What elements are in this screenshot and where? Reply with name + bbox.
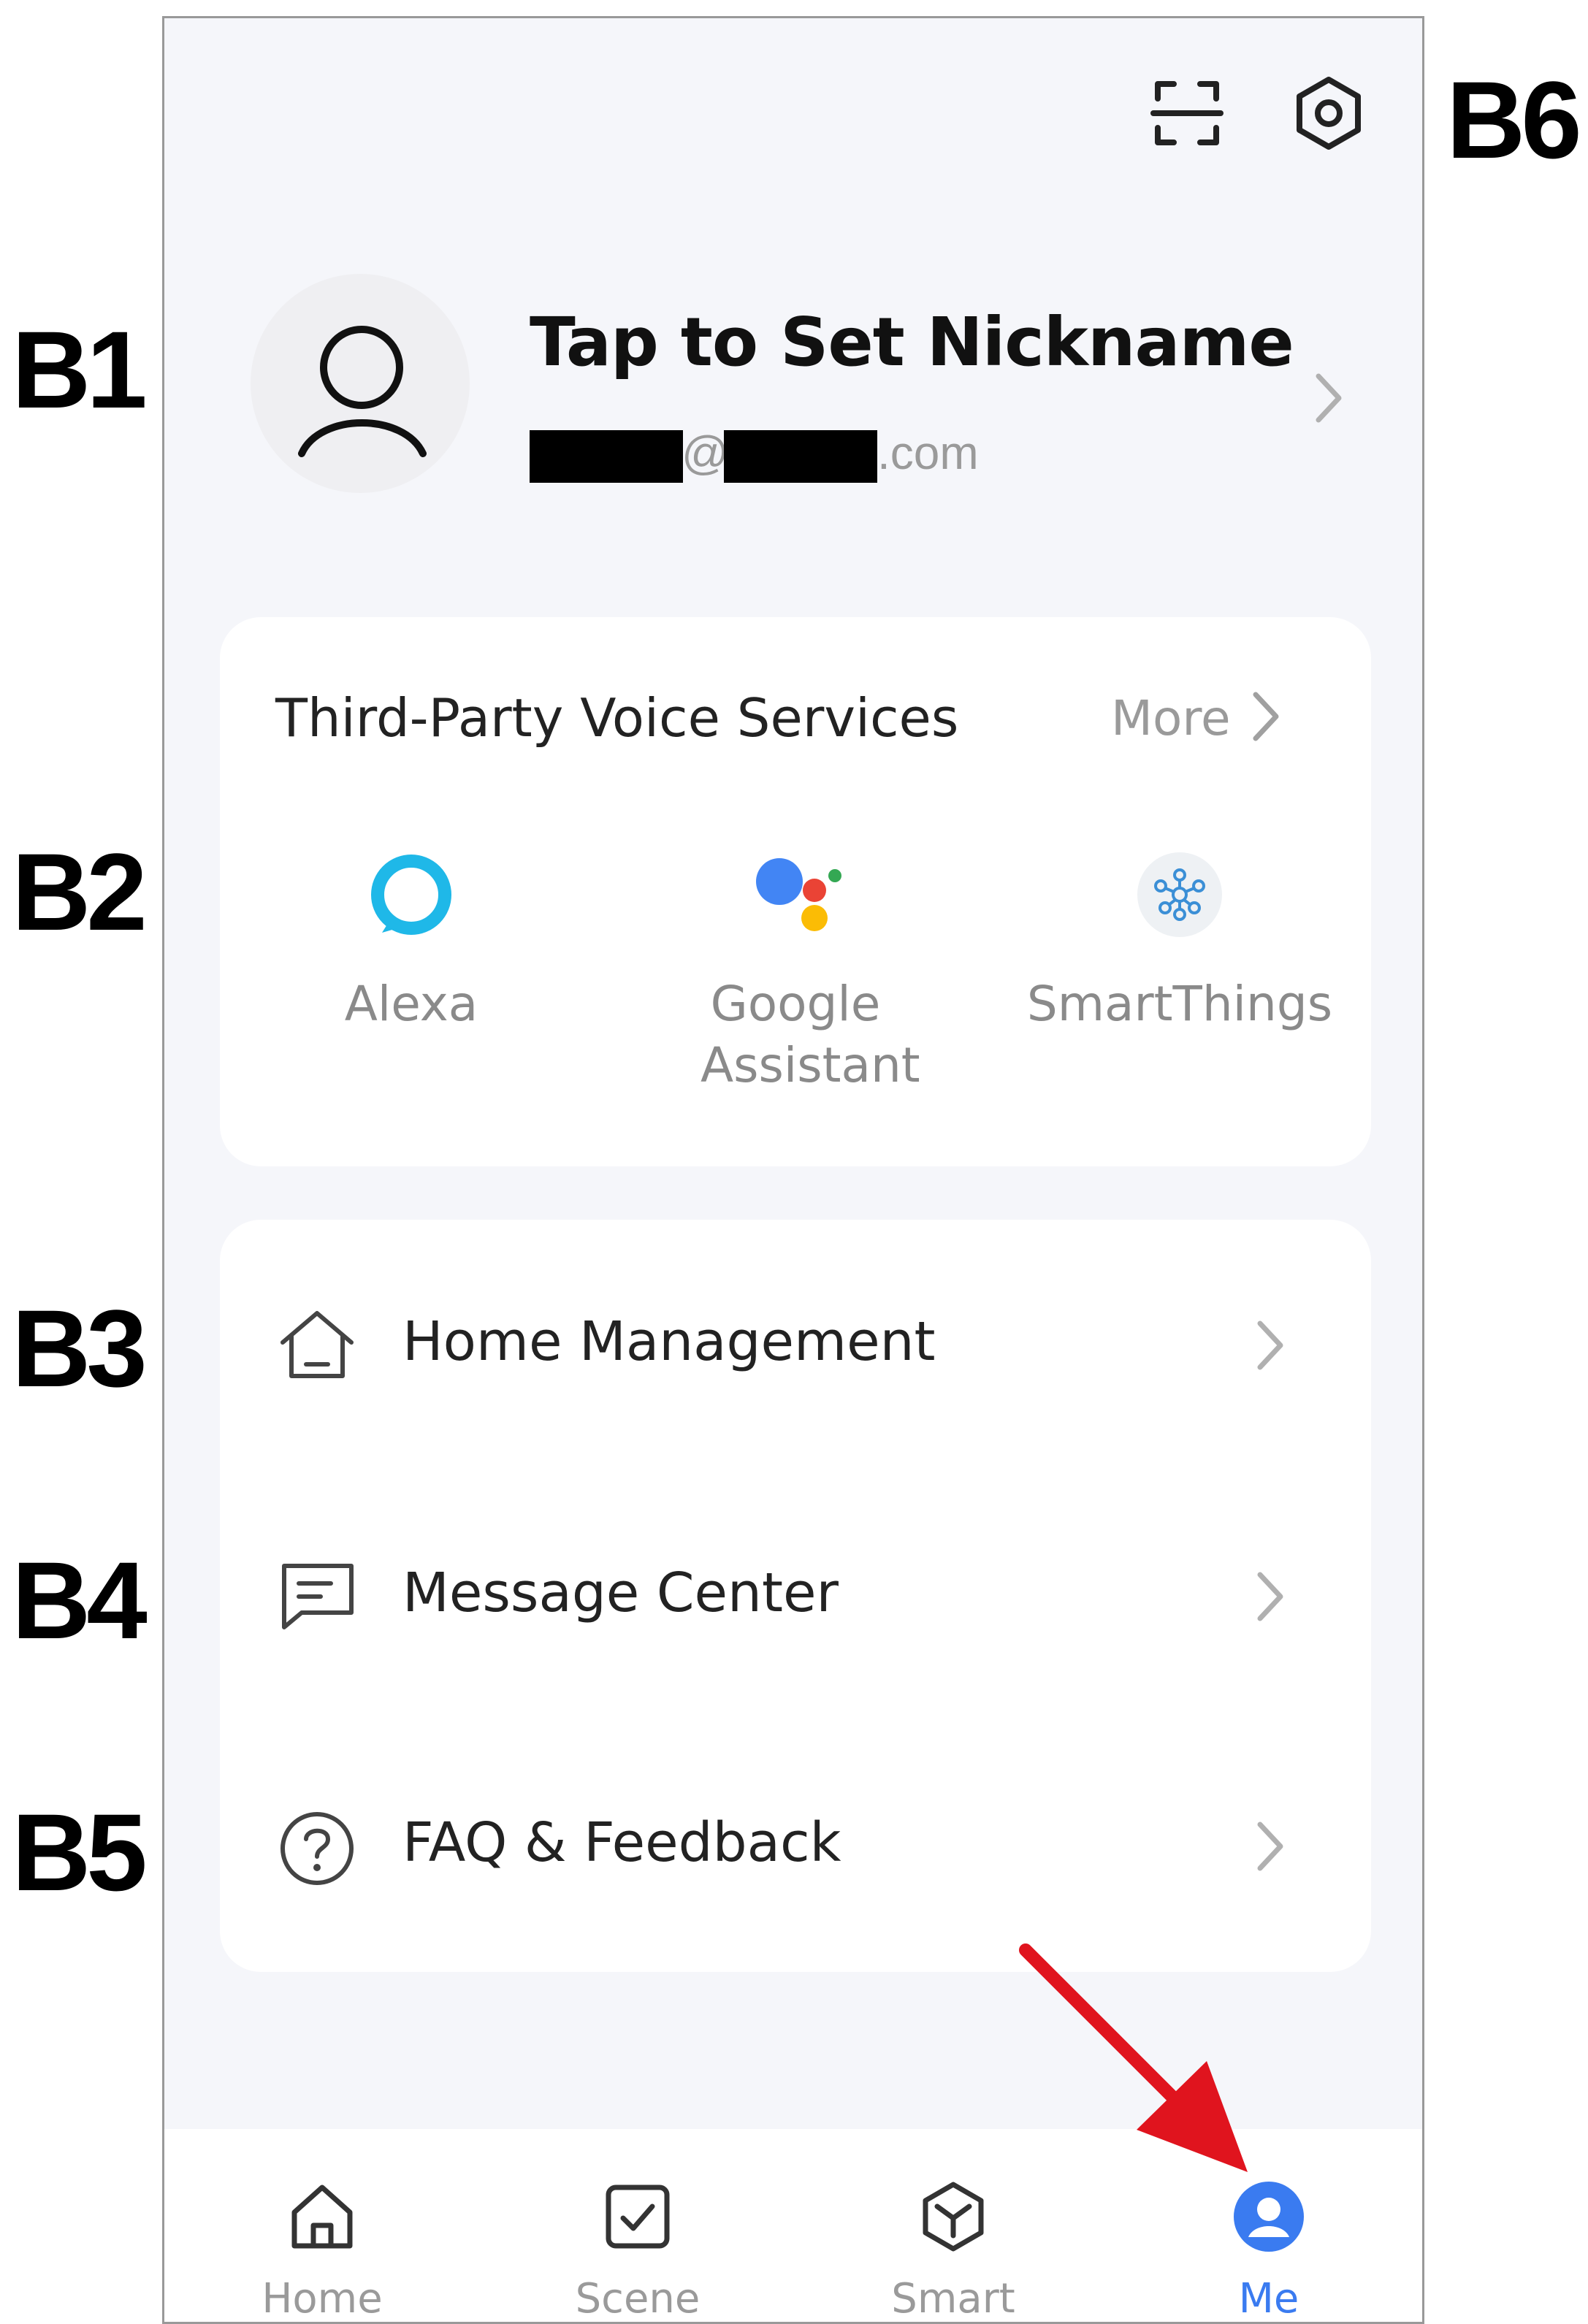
alexa-label: Alexa: [344, 976, 478, 1032]
phone-screen: Tap to Set Nickname @ .com Third-Party V…: [162, 16, 1424, 2324]
tab-scene-label: Scene: [575, 2275, 701, 2323]
menu-item-message-center[interactable]: Message Center: [220, 1471, 1371, 1722]
message-center-chevron-right-icon: [1251, 1567, 1288, 1629]
callout-b2: B2: [12, 830, 148, 953]
alexa-icon: [367, 851, 455, 942]
menu-item-home-management[interactable]: Home Management: [220, 1220, 1371, 1471]
google-assistant-icon: [744, 851, 847, 942]
profile-chevron-right-icon: [1310, 369, 1346, 431]
callout-b6: B6: [1446, 58, 1582, 181]
nickname[interactable]: Tap to Set Nickname: [530, 303, 1294, 381]
scan-icon[interactable]: [1150, 77, 1224, 150]
tab-home[interactable]: Home: [164, 2129, 480, 2323]
callout-b3: B3: [12, 1287, 148, 1410]
home-management-chevron-right-icon: [1251, 1316, 1288, 1378]
bottom-tab-bar: Home Scene Smart Me: [164, 2129, 1422, 2323]
scene-tab-icon: [601, 2180, 674, 2257]
service-smartthings[interactable]: SmartThings: [1026, 851, 1333, 1128]
me-tab-icon: [1232, 2180, 1305, 2257]
service-alexa[interactable]: Alexa: [258, 851, 565, 1128]
message-center-label: Message Center: [402, 1562, 839, 1624]
menu-card: Home Management Message Center FAQ & Fee…: [220, 1220, 1371, 1972]
smartthings-label: SmartThings: [1026, 976, 1333, 1032]
tab-smart[interactable]: Smart: [795, 2129, 1111, 2323]
avatar[interactable]: [251, 274, 470, 493]
message-icon: [280, 1562, 356, 1635]
home-management-label: Home Management: [402, 1310, 936, 1373]
service-google-assistant[interactable]: Google Assistant: [642, 851, 949, 1128]
email-domain: .com: [877, 427, 979, 479]
faq-feedback-chevron-right-icon: [1251, 1817, 1288, 1879]
smartthings-icon: [1136, 851, 1224, 942]
tab-me[interactable]: Me: [1111, 2129, 1422, 2323]
more-label: More: [1111, 690, 1231, 746]
more-chevron-right-icon: [1247, 687, 1283, 749]
email-redaction-user: [530, 430, 683, 483]
tab-home-label: Home: [262, 2275, 383, 2323]
tab-me-label: Me: [1238, 2275, 1299, 2323]
house-icon: [277, 1307, 357, 1384]
home-tab-icon: [286, 2180, 359, 2257]
settings-hex-icon[interactable]: [1291, 75, 1367, 151]
voice-services-card: Third-Party Voice Services More Alexa Go…: [220, 617, 1371, 1166]
question-icon: [278, 1810, 356, 1891]
callout-b5: B5: [12, 1791, 148, 1914]
smart-tab-icon: [917, 2180, 990, 2257]
tab-smart-label: Smart: [891, 2275, 1015, 2323]
email-redaction-domain: [724, 430, 877, 483]
faq-feedback-label: FAQ & Feedback: [402, 1811, 841, 1874]
callout-b4: B4: [12, 1539, 148, 1662]
callout-b1: B1: [12, 308, 148, 431]
user-outline-icon: [298, 326, 427, 457]
voice-services-title: Third-Party Voice Services: [275, 687, 959, 749]
menu-item-faq-feedback[interactable]: FAQ & Feedback: [220, 1722, 1371, 1972]
google-assistant-label: Google Assistant: [701, 976, 920, 1093]
voice-services-more[interactable]: More: [1111, 687, 1345, 760]
email-at: @: [682, 427, 729, 479]
tab-scene[interactable]: Scene: [480, 2129, 795, 2323]
